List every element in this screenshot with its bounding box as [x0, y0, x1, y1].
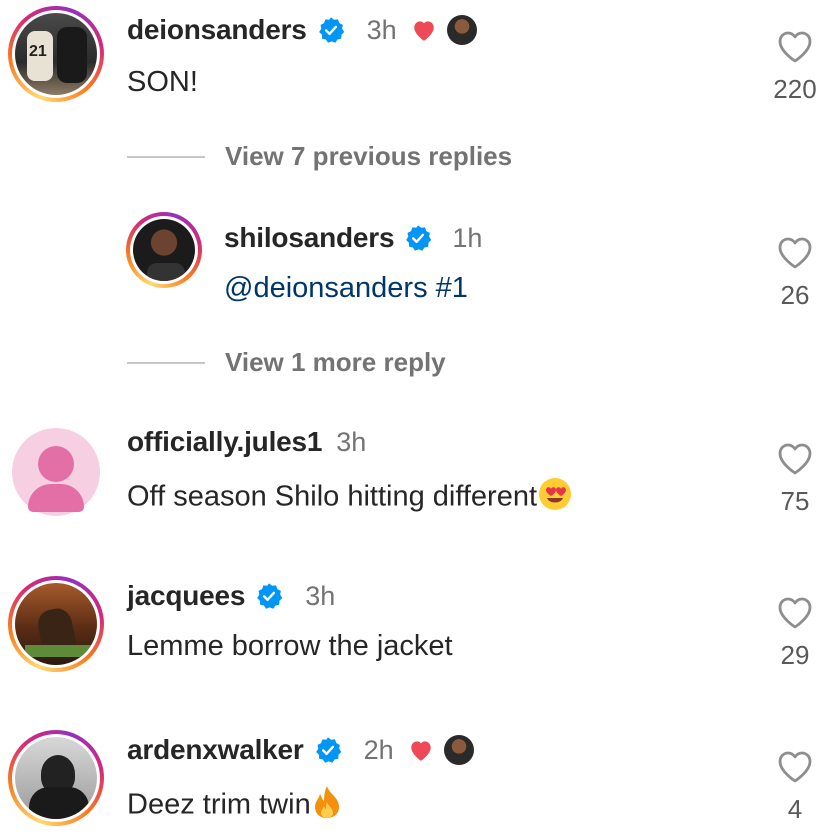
- creator-avatar-icon: [446, 15, 477, 45]
- like-count: 26: [780, 280, 810, 310]
- heart-outline-icon: [778, 597, 812, 629]
- verified-badge-icon: [406, 225, 432, 251]
- comment-text: @deionsanders #1: [224, 272, 468, 305]
- view-previous-replies-label: View 7 previous replies: [225, 141, 513, 171]
- view-previous-replies[interactable]: View 7 previous replies: [127, 141, 512, 172]
- comment-text: Lemme borrow the jacket: [127, 630, 453, 662]
- username[interactable]: deionsanders: [127, 14, 307, 46]
- comment-text-rest: #1: [427, 272, 468, 304]
- like-button[interactable]: 220: [765, 30, 825, 105]
- like-count: 220: [773, 74, 817, 104]
- divider-line: [127, 361, 205, 364]
- timestamp: 3h: [305, 580, 336, 611]
- avatar[interactable]: [8, 576, 104, 672]
- username[interactable]: shilosanders: [224, 222, 395, 254]
- comment-text: Off season Shilo hitting different: [127, 476, 573, 520]
- heart-outline-icon: [778, 237, 812, 269]
- username[interactable]: ardenxwalker: [127, 734, 304, 766]
- divider-line: [127, 155, 205, 158]
- comment-text-body: Deez trim twin: [127, 788, 311, 821]
- comment-text: SON!: [127, 66, 198, 98]
- like-button[interactable]: 29: [765, 596, 825, 671]
- like-button[interactable]: 75: [765, 442, 825, 517]
- avatar[interactable]: [8, 730, 104, 826]
- mention-link[interactable]: @deionsanders: [224, 272, 428, 304]
- username[interactable]: officially.jules1: [127, 426, 322, 458]
- creator-avatar-icon: [443, 735, 474, 765]
- timestamp: 3h: [336, 426, 367, 457]
- username[interactable]: jacquees: [127, 580, 245, 612]
- verified-badge-icon: [315, 737, 341, 763]
- creator-heart-icon: [413, 21, 434, 41]
- avatar[interactable]: [126, 212, 202, 288]
- heart-outline-icon: [778, 31, 812, 63]
- comment-text-body: Off season Shilo hitting different: [127, 480, 538, 513]
- like-count: 75: [780, 486, 810, 516]
- like-count: 4: [787, 794, 803, 824]
- verified-badge-icon: [257, 583, 283, 609]
- like-button[interactable]: 26: [765, 236, 825, 311]
- view-more-reply-label: View 1 more reply: [225, 347, 446, 377]
- like-button[interactable]: 4: [765, 750, 825, 825]
- heart-outline-icon: [778, 443, 812, 475]
- timestamp: 1h: [452, 222, 483, 253]
- heart-eyes-emoji-icon: [537, 476, 573, 520]
- creator-heart-icon: [410, 741, 431, 761]
- avatar[interactable]: 21: [8, 6, 104, 102]
- avatar[interactable]: [12, 428, 100, 516]
- fire-emoji-icon: [311, 784, 343, 828]
- timestamp: 2h: [363, 734, 394, 765]
- timestamp: 3h: [366, 14, 397, 45]
- verified-badge-icon: [318, 17, 344, 43]
- heart-outline-icon: [778, 751, 812, 783]
- like-count: 29: [780, 640, 810, 670]
- comment-text: Deez trim twin: [127, 784, 343, 828]
- view-more-reply[interactable]: View 1 more reply: [127, 347, 446, 378]
